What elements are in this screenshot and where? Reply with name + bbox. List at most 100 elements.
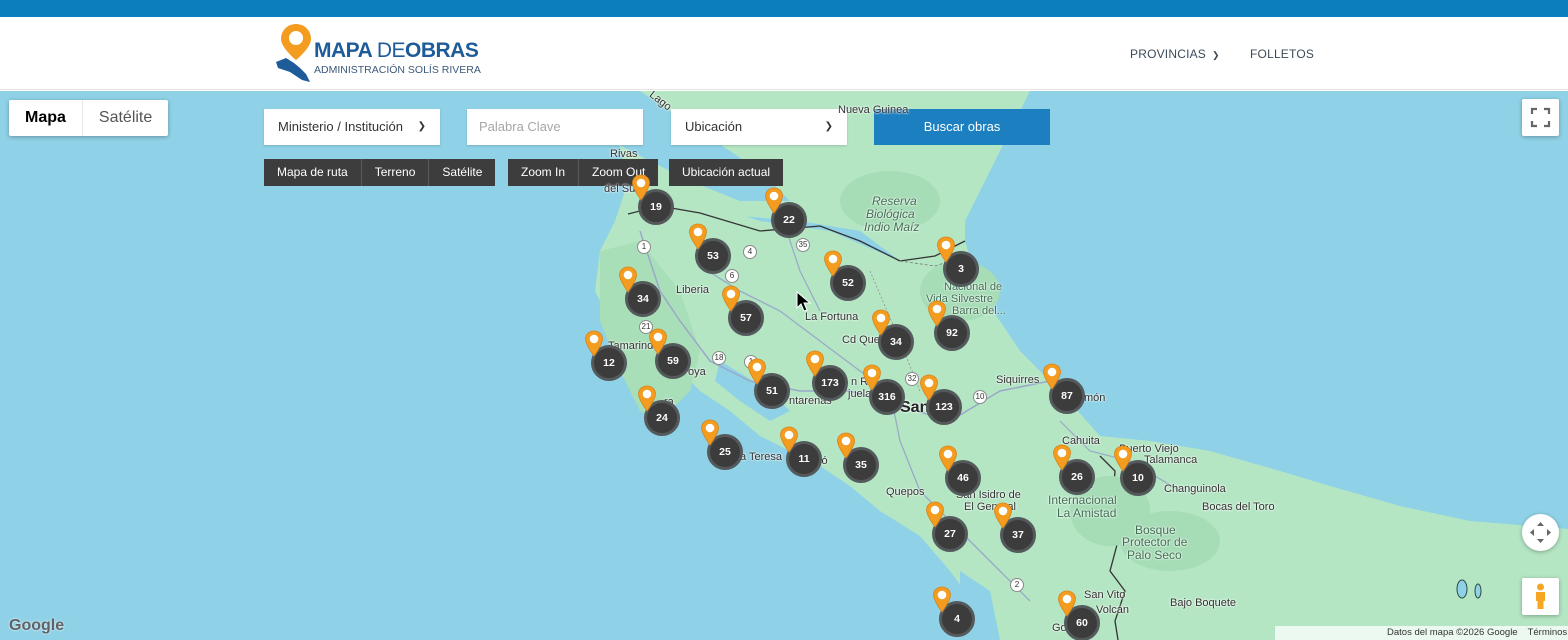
map-pin-icon[interactable] xyxy=(779,426,799,453)
costa-rica-pin-logo-icon xyxy=(276,24,311,82)
ministry-select-value: Ministerio / Institución xyxy=(278,119,403,134)
google-logo: Google xyxy=(9,617,65,634)
map-pin-icon[interactable] xyxy=(823,250,843,277)
place-label: San Vito xyxy=(1084,589,1126,601)
place-label: Protector de xyxy=(1122,535,1188,549)
place-label: Liberia xyxy=(676,284,710,296)
chevron-down-icon: ❯ xyxy=(417,121,426,132)
camera-control-button[interactable] xyxy=(1522,514,1559,551)
location-select[interactable]: Ubicación ❯ xyxy=(671,109,847,145)
place-label: a Teresa xyxy=(740,451,782,463)
route-shield: 6 xyxy=(725,269,739,283)
logo-text-obras: OBRAS xyxy=(405,39,479,62)
map-pin-icon[interactable] xyxy=(1042,363,1062,390)
map-pin-icon[interactable] xyxy=(925,501,945,528)
map-pin-icon[interactable] xyxy=(993,502,1013,529)
map-pin-icon[interactable] xyxy=(932,586,952,613)
route-shield: 35 xyxy=(796,238,810,252)
chevron-down-icon: ❯ xyxy=(824,121,833,132)
map-type-mapa-button[interactable]: Mapa xyxy=(9,100,83,136)
place-label: Barra del... xyxy=(952,305,1006,317)
place-label: Nueva Guinea xyxy=(838,104,909,116)
logo-text-de: DE xyxy=(376,39,406,62)
map-type-satelite-button[interactable]: Satélite xyxy=(83,100,168,136)
map-pin-icon[interactable] xyxy=(764,187,784,214)
map-attribution: Datos del mapa ©2026 Google Términos xyxy=(1275,626,1568,640)
map-pin-icon[interactable] xyxy=(637,385,657,412)
map-pin-icon[interactable] xyxy=(721,285,741,312)
location-select-value: Ubicación xyxy=(685,119,743,134)
map-pin-icon[interactable] xyxy=(747,358,767,385)
place-label: Biológica xyxy=(866,207,915,221)
map-pin-icon[interactable] xyxy=(648,328,668,355)
map-pin-icon[interactable] xyxy=(927,300,947,327)
place-label: Talamanca xyxy=(1144,454,1198,466)
site-logo[interactable]: MAPA DEOBRAS ADMINISTRACIÓN SOLÍS RIVERA xyxy=(272,22,482,88)
place-label: Changuinola xyxy=(1164,483,1226,495)
place-label: Reserva xyxy=(872,194,917,208)
nav-folletos-label: FOLLETOS xyxy=(1250,47,1315,61)
terrain-button[interactable]: Terreno xyxy=(362,159,430,186)
keyword-input[interactable]: Palabra Clave xyxy=(467,109,643,145)
route-shield: 2 xyxy=(1010,578,1024,592)
map-terrain xyxy=(0,91,1568,640)
place-label: Internacional xyxy=(1048,493,1117,507)
map-pin-icon[interactable] xyxy=(938,445,958,472)
map-type-control: Mapa Satélite xyxy=(9,100,169,136)
place-label: Rivas xyxy=(610,148,638,160)
place-label: Palo Seco xyxy=(1127,548,1182,562)
route-shield: 1 xyxy=(637,240,651,254)
chevron-down-icon: ❯ xyxy=(1212,50,1220,60)
map-pin-icon[interactable] xyxy=(836,432,856,459)
site-header: MAPA DEOBRAS ADMINISTRACIÓN SOLÍS RIVERA… xyxy=(0,17,1568,90)
map-pin-icon[interactable] xyxy=(1052,444,1072,471)
map-pin-icon[interactable] xyxy=(919,374,939,401)
logo-text-mapa: MAPA xyxy=(314,39,377,62)
place-label: La Amistad xyxy=(1057,506,1117,520)
current-location-button[interactable]: Ubicación actual xyxy=(669,159,783,186)
route-shield: 10 xyxy=(973,390,987,404)
map-pin-icon[interactable] xyxy=(688,223,708,250)
logo-subtitle: ADMINISTRACIÓN SOLÍS RIVERA xyxy=(314,64,481,76)
mouse-cursor-icon xyxy=(796,291,812,312)
map-data-credit: Datos del mapa ©2026 Google xyxy=(1387,627,1518,638)
nav-folletos[interactable]: FOLLETOS xyxy=(1250,47,1314,61)
zoom-in-button[interactable]: Zoom In xyxy=(508,159,580,186)
map-pin-icon[interactable] xyxy=(936,236,956,263)
terms-link[interactable]: Términos xyxy=(1528,627,1568,638)
move-arrows-icon xyxy=(1530,522,1551,543)
place-label: La Fortuna xyxy=(805,311,859,323)
map-pin-icon[interactable] xyxy=(700,419,720,446)
keyword-input-placeholder: Palabra Clave xyxy=(479,119,561,134)
route-shield: 32 xyxy=(905,372,919,386)
place-label: Indio Maíz xyxy=(864,220,920,234)
pegman-icon xyxy=(1536,583,1545,609)
place-label: Bajo Boquete xyxy=(1170,597,1237,609)
map-pin-icon[interactable] xyxy=(871,309,891,336)
fullscreen-button[interactable] xyxy=(1522,99,1559,136)
route-shield: 18 xyxy=(712,351,726,365)
road-map-button[interactable]: Mapa de ruta xyxy=(264,159,362,186)
nav-provincias[interactable]: PROVINCIAS ❯ xyxy=(1130,47,1220,61)
ministry-select[interactable]: Ministerio / Institución ❯ xyxy=(264,109,440,145)
map-pin-icon[interactable] xyxy=(631,174,651,201)
location-toolbar: Ubicación actual xyxy=(669,159,784,186)
fullscreen-icon xyxy=(1530,107,1551,128)
map-pin-icon[interactable] xyxy=(584,330,604,357)
map-pin-icon[interactable] xyxy=(805,350,825,377)
map-pin-icon[interactable] xyxy=(618,266,638,293)
map-pin-icon[interactable] xyxy=(862,364,882,391)
map-canvas[interactable]: Mapa Satélite Ministerio / Institución ❯ … xyxy=(0,91,1568,640)
map-pin-icon[interactable] xyxy=(1113,445,1133,472)
satellite-button[interactable]: Satélite xyxy=(429,159,495,186)
map-style-toolbar: Mapa de ruta Terreno Satélite xyxy=(264,159,496,186)
top-accent-bar xyxy=(0,0,1568,17)
place-label: Quepos xyxy=(886,486,925,498)
place-label: Volcán xyxy=(1096,604,1130,616)
map-pin-icon[interactable] xyxy=(1057,590,1077,617)
place-label: oya xyxy=(688,366,706,378)
place-label: Bocas del Toro xyxy=(1202,501,1275,513)
route-shield: 4 xyxy=(743,245,757,259)
nav-provincias-label: PROVINCIAS xyxy=(1130,47,1207,61)
street-view-pegman-button[interactable] xyxy=(1522,578,1559,615)
